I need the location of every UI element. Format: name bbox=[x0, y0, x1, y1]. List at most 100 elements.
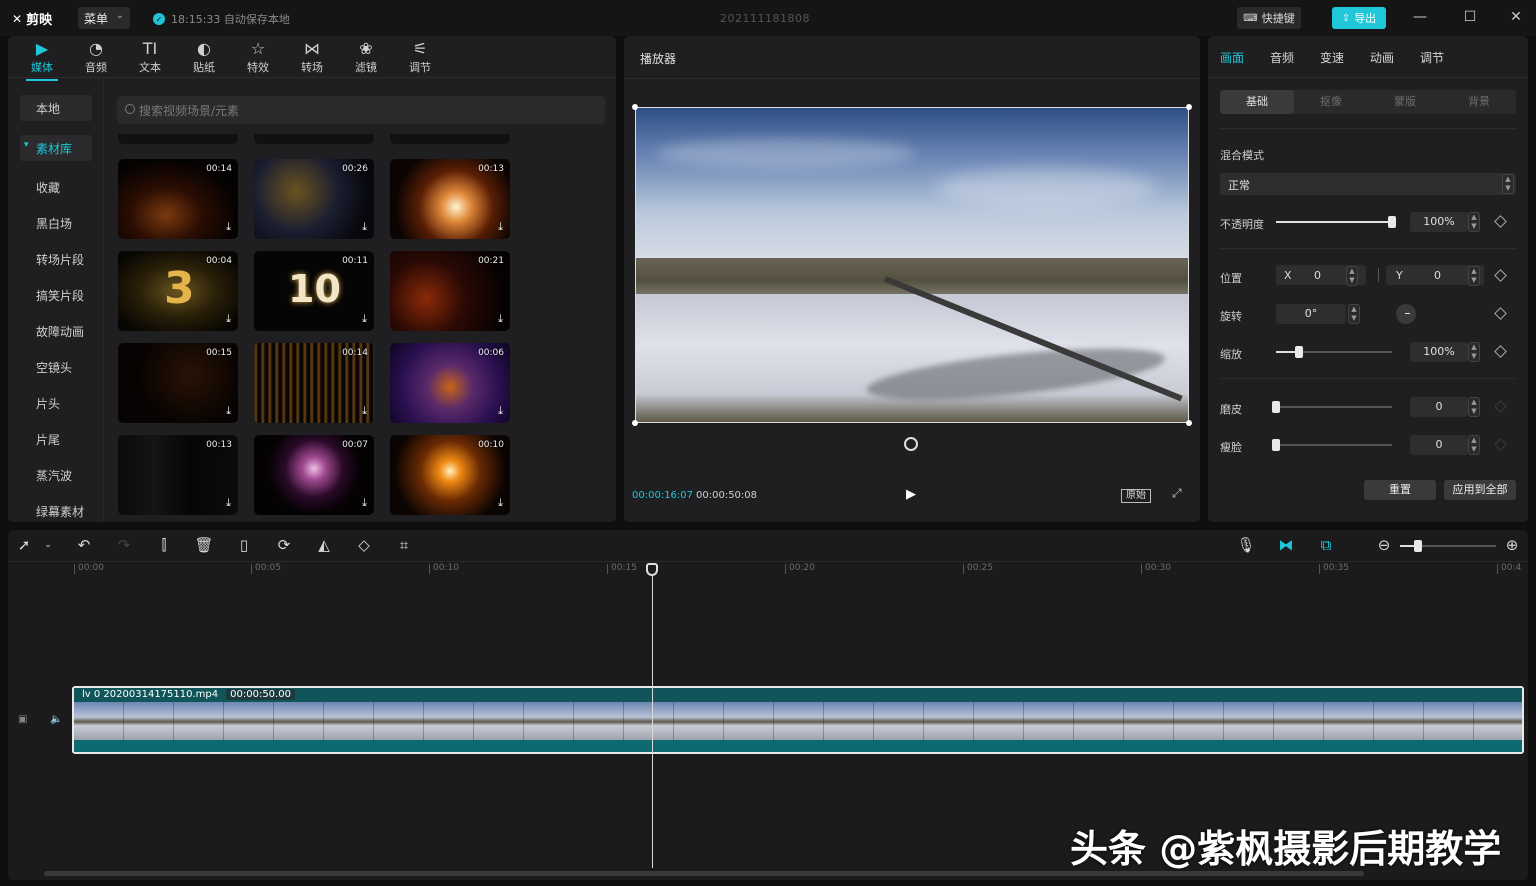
download-icon[interactable]: ⤓ bbox=[362, 496, 367, 510]
thumbnail-item[interactable]: 00:14 ⤓ bbox=[118, 159, 238, 239]
tab-effects[interactable]: ☆ 特效 bbox=[236, 39, 280, 75]
select-arrows-icon[interactable]: ▲ ▼ bbox=[1502, 174, 1514, 194]
thumbnail-item[interactable]: 00:14 ⤓ bbox=[254, 343, 374, 423]
scale-input[interactable]: 100% bbox=[1410, 342, 1468, 362]
keyframe-icon[interactable] bbox=[1494, 215, 1507, 228]
thumbnail-item[interactable]: 00:13 ⤓ bbox=[118, 435, 238, 515]
thumbnail-item[interactable]: 00:13 ⤓ bbox=[390, 159, 510, 239]
keyframe-icon[interactable] bbox=[1494, 307, 1507, 320]
download-icon[interactable]: ⤓ bbox=[362, 404, 367, 418]
slim-face-slider[interactable] bbox=[1276, 444, 1392, 446]
main-track-magnet-icon[interactable]: ⧓ bbox=[1276, 536, 1296, 554]
sidebar-item-glitch[interactable]: 故障动画 bbox=[36, 323, 84, 340]
maximize-icon[interactable]: ☐ bbox=[1460, 9, 1480, 25]
thumbnail-item[interactable]: 00:10 ⤓ bbox=[390, 435, 510, 515]
zoom-in-icon[interactable]: ⊕ bbox=[1502, 536, 1522, 554]
tab-sticker[interactable]: ◐ 贴纸 bbox=[182, 39, 226, 75]
rotate-icon[interactable]: ◇ bbox=[354, 536, 374, 554]
sidebar-item-intro[interactable]: 片头 bbox=[36, 395, 60, 412]
split-icon[interactable]: ⫿ bbox=[154, 536, 174, 554]
sidebar-item-blackwhite[interactable]: 黑白场 bbox=[36, 215, 72, 232]
subtab-mask[interactable]: 蒙版 bbox=[1368, 90, 1442, 114]
tab-audio[interactable]: 音频 bbox=[1270, 49, 1294, 66]
download-icon[interactable]: ⤓ bbox=[226, 496, 231, 510]
rotation-dial-icon[interactable] bbox=[1396, 304, 1416, 324]
thumbnail-item[interactable]: 00:07 ⤓ bbox=[254, 435, 374, 515]
download-icon[interactable]: ⤓ bbox=[498, 312, 503, 326]
tab-audio[interactable]: ◔ 音频 bbox=[74, 39, 118, 75]
resize-handle[interactable] bbox=[632, 420, 638, 426]
search-input[interactable]: 搜索视频场景/元素 bbox=[117, 96, 605, 124]
download-icon[interactable]: ⤓ bbox=[226, 220, 231, 234]
video-preview[interactable] bbox=[635, 107, 1189, 423]
download-icon[interactable]: ⤓ bbox=[226, 312, 231, 326]
download-icon[interactable]: ⤓ bbox=[362, 220, 367, 234]
microphone-icon[interactable]: 🎙 bbox=[1236, 536, 1256, 554]
freeze-icon[interactable]: ▯ bbox=[234, 536, 254, 554]
opacity-input[interactable]: 100% bbox=[1410, 212, 1468, 232]
minimize-icon[interactable]: — bbox=[1410, 9, 1430, 25]
sidebar-item-empty-shots[interactable]: 空镜头 bbox=[36, 359, 72, 376]
play-icon[interactable]: ▶ bbox=[906, 487, 916, 502]
thumbnail-item[interactable]: 00:21 ⤓ bbox=[390, 251, 510, 331]
track-video-icon[interactable]: ▣ bbox=[18, 714, 27, 725]
tab-media[interactable]: ▶ 媒体 bbox=[20, 39, 64, 81]
resize-handle[interactable] bbox=[1186, 420, 1192, 426]
slider-knob[interactable] bbox=[1295, 346, 1303, 358]
playhead-handle[interactable] bbox=[646, 563, 658, 576]
download-icon[interactable]: ⤓ bbox=[498, 496, 503, 510]
snap-icon[interactable]: ⧉ bbox=[1316, 536, 1336, 554]
menu-button[interactable]: 菜单 ⌄ bbox=[78, 7, 130, 29]
sidebar-item-greenscreen[interactable]: 绿幕素材 bbox=[36, 503, 84, 520]
stepper-arrows-icon[interactable]: ▲ ▼ bbox=[1468, 342, 1480, 362]
download-icon[interactable]: ⤓ bbox=[226, 404, 231, 418]
thumbnail-partial[interactable] bbox=[118, 134, 238, 144]
select-cursor-icon[interactable]: ➚ bbox=[14, 536, 34, 554]
fullscreen-icon[interactable]: ⤢ bbox=[1172, 486, 1182, 501]
smooth-slider[interactable] bbox=[1276, 406, 1392, 408]
stepper-arrows-icon[interactable]: ▲ ▼ bbox=[1468, 397, 1480, 417]
download-icon[interactable]: ⤓ bbox=[498, 220, 503, 234]
stepper-arrows-icon[interactable]: ▲ ▼ bbox=[1346, 266, 1358, 286]
tab-picture[interactable]: 画面 bbox=[1220, 49, 1244, 66]
slider-knob[interactable] bbox=[1388, 216, 1396, 228]
delete-icon[interactable]: 🗑 bbox=[194, 536, 214, 554]
stepper-arrows-icon[interactable]: ▲ ▼ bbox=[1468, 266, 1480, 286]
thumbnail-item[interactable]: 00:15 ⤓ bbox=[118, 343, 238, 423]
stepper-arrows-icon[interactable]: ▲ ▼ bbox=[1468, 435, 1480, 455]
reverse-icon[interactable]: ⟳ bbox=[274, 536, 294, 554]
shortcut-button[interactable]: ⌨ 快捷键 bbox=[1237, 7, 1301, 29]
download-icon[interactable]: ⤓ bbox=[362, 312, 367, 326]
zoom-out-icon[interactable]: ⊖ bbox=[1374, 536, 1394, 554]
thumbnail-item[interactable]: 00:26 ⤓ bbox=[254, 159, 374, 239]
track-audio-icon[interactable]: 🔈 bbox=[50, 714, 62, 725]
thumbnail-partial[interactable] bbox=[254, 134, 374, 144]
sidebar-item-transition-clips[interactable]: 转场片段 bbox=[36, 251, 84, 268]
undo-icon[interactable]: ↶ bbox=[74, 536, 94, 554]
sidebar-item-favorites[interactable]: 收藏 bbox=[36, 179, 60, 196]
resize-handle[interactable] bbox=[632, 104, 638, 110]
crop-icon[interactable]: ⌗ bbox=[394, 536, 414, 554]
sidebar-item-local[interactable]: 本地 bbox=[20, 95, 92, 121]
apply-all-button[interactable]: 应用到全部 bbox=[1444, 480, 1516, 500]
reset-button[interactable]: 重置 bbox=[1364, 480, 1436, 500]
subtab-keying[interactable]: 抠像 bbox=[1294, 90, 1368, 114]
sidebar-item-outro[interactable]: 片尾 bbox=[36, 431, 60, 448]
tab-animation[interactable]: 动画 bbox=[1370, 49, 1394, 66]
tab-adjust[interactable]: 调节 bbox=[1420, 49, 1444, 66]
slider-knob[interactable] bbox=[1272, 401, 1280, 413]
tab-speed[interactable]: 变速 bbox=[1320, 49, 1344, 66]
sidebar-item-funny-clips[interactable]: 搞笑片段 bbox=[36, 287, 84, 304]
export-button[interactable]: ⇪ 导出 bbox=[1332, 7, 1386, 29]
slim-face-input[interactable]: 0 bbox=[1410, 435, 1468, 455]
subtab-background[interactable]: 背景 bbox=[1442, 90, 1516, 114]
keyframe-icon[interactable] bbox=[1494, 345, 1507, 358]
tab-adjust[interactable]: ⚟ 调节 bbox=[398, 39, 442, 75]
rotate-icon[interactable] bbox=[904, 437, 918, 451]
thumbnail-item[interactable]: 3 00:04 ⤓ bbox=[118, 251, 238, 331]
sidebar-item-library[interactable]: 素材库 bbox=[20, 135, 92, 161]
tab-text[interactable]: TI 文本 bbox=[128, 39, 172, 75]
tab-transition[interactable]: ⋈ 转场 bbox=[290, 39, 334, 75]
tab-filter[interactable]: ❀ 滤镜 bbox=[344, 39, 388, 75]
keyframe-icon[interactable] bbox=[1494, 269, 1507, 282]
